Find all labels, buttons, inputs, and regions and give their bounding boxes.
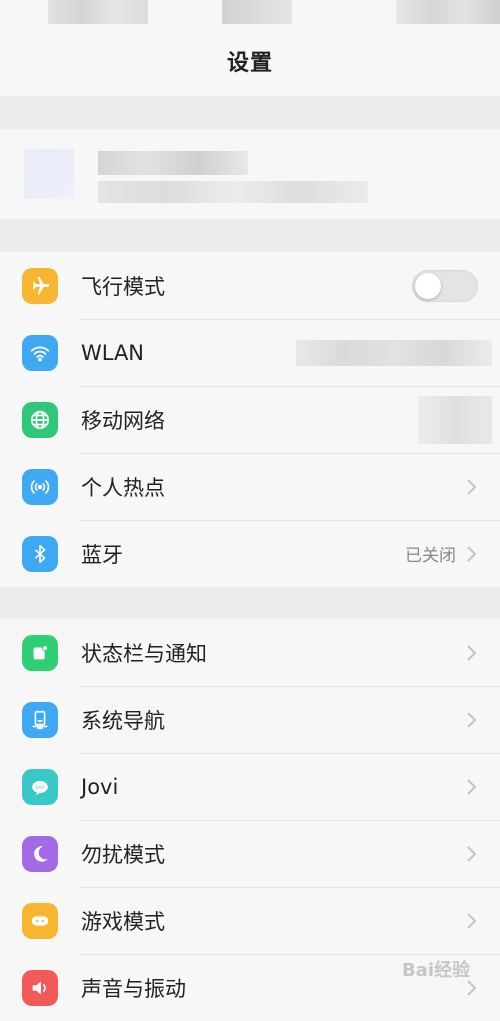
settings-item-system-navigation[interactable]: 系统导航 — [0, 686, 500, 753]
chevron-right-icon — [467, 545, 477, 562]
account-id-blurred — [98, 181, 368, 203]
moon-icon — [22, 835, 58, 872]
settings-item-do-not-disturb[interactable]: 勿扰模式 — [0, 820, 500, 887]
settings-item-wlan[interactable]: WLAN — [0, 319, 500, 386]
section-gap — [0, 587, 500, 619]
settings-item-label: 系统导航 — [81, 708, 165, 733]
watermark: Bai经验 — [401, 960, 470, 981]
chevron-right-icon — [467, 845, 477, 862]
settings-item-label: WLAN — [81, 340, 145, 365]
header: 设置 — [0, 26, 500, 96]
settings-item-label: Jovi — [81, 774, 119, 799]
chevron-right-icon — [467, 778, 477, 795]
gamepad-icon — [22, 902, 58, 939]
settings-item-hotspot[interactable]: 个人热点 — [0, 453, 500, 520]
wlan-name-blurred — [296, 339, 492, 366]
page-title: 设置 — [226, 51, 273, 76]
airplane-icon — [22, 267, 58, 304]
settings-item-mobile-network[interactable]: 移动网络 — [0, 386, 500, 453]
network-section: 飞行模式 WLAN 移动网络 个人热点 蓝牙 已关闭 — [0, 252, 500, 587]
chevron-right-icon — [467, 644, 477, 661]
chevron-right-icon — [467, 478, 477, 495]
status-bar — [0, 0, 500, 26]
svg-text:Jovi: Jovi — [35, 784, 44, 790]
bluetooth-status: 已关闭 — [405, 546, 456, 566]
settings-item-label: 个人热点 — [81, 475, 165, 500]
airplane-mode-toggle[interactable] — [412, 269, 478, 302]
settings-item-label: 移动网络 — [81, 408, 165, 433]
settings-item-game-mode[interactable]: 游戏模式 — [0, 887, 500, 954]
toggle-knob — [415, 272, 441, 299]
settings-item-label: 游戏模式 — [81, 909, 165, 934]
section-gap — [0, 96, 500, 128]
status-bar-blur — [222, 0, 292, 24]
account-name-blurred — [98, 151, 248, 175]
status-bar-blur — [48, 0, 148, 24]
wifi-icon — [22, 334, 58, 371]
status-bar-blur — [396, 0, 500, 24]
speaker-icon — [22, 969, 58, 1006]
chevron-right-icon — [467, 711, 477, 728]
settings-item-airplane-mode[interactable]: 飞行模式 — [0, 252, 500, 319]
bluetooth-icon — [22, 535, 58, 572]
navigation-icon — [22, 701, 58, 738]
hotspot-icon — [22, 468, 58, 505]
settings-item-label: 勿扰模式 — [81, 842, 165, 867]
settings-item-statusbar-notifications[interactable]: 状态栏与通知 — [0, 619, 500, 686]
settings-item-jovi[interactable]: Jovi Jovi — [0, 753, 500, 820]
mobile-network-blurred — [418, 395, 492, 444]
section-gap — [0, 220, 500, 252]
settings-item-label: 蓝牙 — [81, 542, 123, 567]
account-card[interactable] — [0, 128, 500, 220]
settings-item-label: 状态栏与通知 — [81, 641, 207, 666]
avatar — [24, 149, 74, 199]
jovi-icon: Jovi — [22, 768, 58, 805]
globe-icon — [22, 401, 58, 438]
settings-item-label: 飞行模式 — [81, 274, 165, 299]
settings-item-bluetooth[interactable]: 蓝牙 已关闭 — [0, 520, 500, 587]
chevron-right-icon — [467, 912, 477, 929]
notification-icon — [22, 634, 58, 671]
